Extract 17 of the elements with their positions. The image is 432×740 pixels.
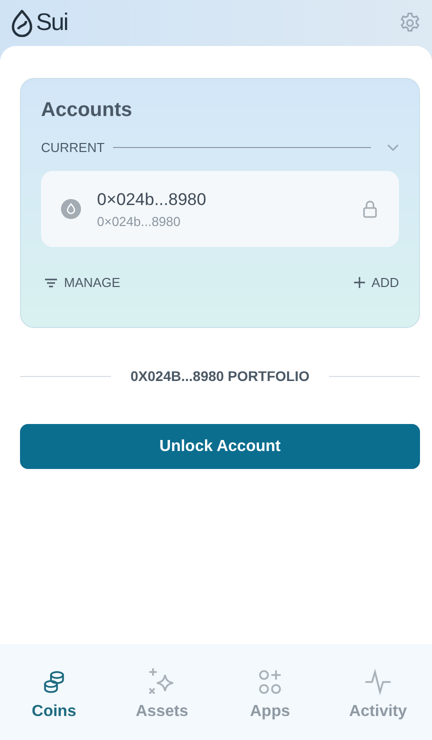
account-name: 0×024b...8980 (97, 190, 208, 210)
filter-icon (45, 278, 57, 288)
account-item[interactable]: 0×024b...8980 0×024b...8980 (41, 171, 399, 247)
account-avatar-icon (61, 199, 81, 219)
logo-icon (10, 9, 34, 37)
chevron-icon[interactable] (387, 144, 399, 152)
unlock-account-button[interactable]: Unlock Account (20, 424, 420, 469)
account-address: 0×024b...8980 (97, 214, 182, 228)
nav-tab[interactable]: Coins (4, 666, 104, 722)
section-label: CURRENT (41, 140, 105, 155)
pulse-icon (363, 667, 393, 697)
manage-button[interactable]: MANAGE (45, 275, 120, 290)
logo-text: Sui (36, 9, 68, 37)
accounts-title: Accounts (41, 99, 134, 122)
plus-icon (354, 277, 365, 288)
portfolio-label: 0X024B...8980 PORTFOLIO (130, 368, 310, 384)
add-button[interactable]: ADD (354, 275, 399, 290)
